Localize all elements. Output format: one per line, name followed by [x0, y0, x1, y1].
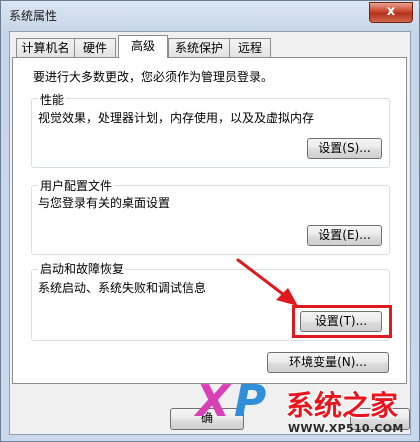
tab-computer-name[interactable]: 计算机名 — [16, 38, 75, 57]
highlight-box — [292, 305, 392, 338]
tab-system-protection[interactable]: 系统保护 — [168, 38, 230, 57]
user-profiles-settings-button[interactable]: 设置(E)... — [307, 225, 382, 246]
performance-label: 性能 — [38, 91, 67, 108]
performance-description: 视觉效果，处理器计划，内存使用，以及及虚拟内存 — [38, 111, 315, 125]
performance-settings-button[interactable]: 设置(S)... — [307, 138, 382, 159]
startup-recovery-description: 系统启动、系统失败和调试信息 — [38, 281, 207, 295]
tab-remote[interactable]: 远程 — [229, 38, 271, 57]
tab-hardware[interactable]: 硬件 — [74, 38, 116, 57]
watermark-brand: 系统之家 — [286, 389, 399, 422]
environment-variables-button[interactable]: 环境变量(N)... — [267, 352, 389, 373]
admin-note: 要进行大多数更改，您必须作为管理员登录。 — [33, 70, 274, 84]
tab-label: 硬件 — [82, 41, 107, 55]
title-bar[interactable]: 系统属性 x — [1, 1, 419, 31]
tab-label: 高级 — [130, 39, 155, 53]
watermark-p: P — [234, 376, 267, 427]
annotation-arrow-icon — [236, 258, 298, 306]
close-icon: x — [386, 4, 396, 19]
close-button[interactable]: x — [369, 2, 413, 23]
user-profiles-label: 用户配置文件 — [38, 177, 115, 194]
window-title: 系统属性 — [9, 9, 58, 23]
tab-label: 系统保护 — [174, 41, 223, 55]
watermark-logo: X P 系统之家 WWW.XP510.COM — [188, 376, 420, 442]
watermark-url: WWW.XP510.COM — [288, 422, 404, 435]
user-profiles-description: 与您登录有关的桌面设置 — [38, 196, 171, 210]
watermark-x: X — [196, 376, 230, 427]
tab-label: 计算机名 — [21, 41, 70, 55]
tab-advanced[interactable]: 高级 — [118, 35, 168, 58]
tab-label: 远程 — [237, 41, 262, 55]
startup-recovery-label: 启动和故障恢复 — [38, 260, 127, 277]
